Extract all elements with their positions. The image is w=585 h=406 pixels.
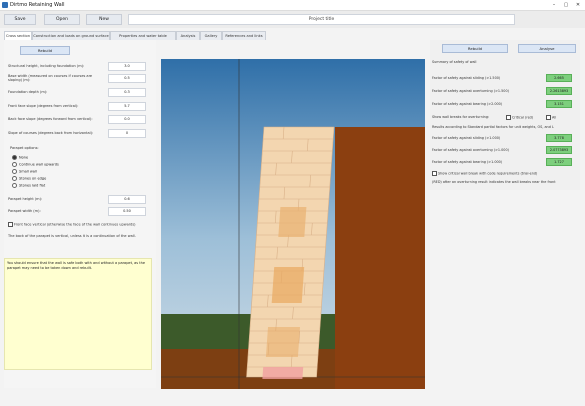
show-breaks-label: Show wall breaks for overturning: — [432, 115, 490, 119]
parapet-options-heading: Parapet options: — [10, 146, 39, 150]
radio-icon — [12, 169, 17, 174]
safety-summary-panel: Rebuild Analyse Summary of safety of wal… — [430, 40, 580, 190]
sliding-value: 2.665 — [546, 74, 572, 82]
checkbox-icon — [8, 222, 13, 227]
parapet-width-input[interactable]: 0.50 — [108, 207, 146, 216]
red-note: (RED) after an overturning result indica… — [432, 180, 556, 184]
app-logo-icon — [2, 2, 8, 8]
title-bar: Dirtmo Retaining Wall – ▢ ✕ — [0, 0, 585, 11]
parapet-option-small-wall[interactable]: Small wall — [12, 169, 37, 174]
tab-gallery[interactable]: Gallery — [200, 31, 222, 40]
retained-soil — [335, 127, 425, 389]
foundation-depth-input[interactable]: 0.3 — [108, 88, 146, 97]
radio-icon — [12, 162, 17, 167]
parapet-back-note: The back of the parapet is vertical, unl… — [8, 234, 136, 238]
base-width-label: Base width (measured on courses if cours… — [8, 74, 93, 82]
maximize-button[interactable]: ▢ — [560, 1, 572, 9]
checkbox-icon — [546, 115, 551, 120]
course-slope-input[interactable]: 0 — [108, 129, 146, 138]
bearing-partial-label: Factor of safety against bearing (>1.000… — [432, 160, 503, 164]
parapet-option-none[interactable]: None — [12, 155, 28, 160]
overturning-label: Factor of safety against overturning (>1… — [432, 89, 509, 93]
toolbar: Save Open New Project title — [0, 11, 585, 28]
rebuild-button[interactable]: Rebuild — [20, 46, 70, 55]
base-width-input[interactable]: 0.5 — [108, 74, 146, 83]
sliding-partial-value: 3.778 — [546, 134, 572, 142]
save-button[interactable]: Save — [4, 14, 36, 25]
tab-cross-section[interactable]: Cross section — [4, 31, 32, 40]
parapet-option-stones-flat[interactable]: Stones laid flat — [12, 183, 45, 188]
radio-icon — [12, 176, 17, 181]
close-button[interactable]: ✕ — [572, 1, 584, 9]
open-button[interactable]: Open — [44, 14, 80, 25]
bearing-partial-value: 1.727 — [546, 158, 572, 166]
tab-properties-water[interactable]: Properties and water table — [110, 31, 176, 40]
checkbox-icon — [506, 115, 511, 120]
sliding-label: Factor of safety against sliding (>1.500… — [432, 76, 501, 80]
sliding-partial-label: Factor of safety against sliding (>1.000… — [432, 136, 501, 140]
back-face-slope-input[interactable]: 0.0 — [108, 115, 146, 124]
tab-analysis[interactable]: Analysis — [176, 31, 200, 40]
back-face-slope-label: Back face slope (degrees forward from ve… — [8, 117, 93, 121]
parapet-width-label: Parapet width (m): — [8, 209, 41, 213]
parapet-height-input[interactable]: 0.6 — [108, 195, 146, 204]
show-critical-checkbox[interactable]: Show critical wall break with code requi… — [432, 171, 537, 176]
safety-note: You should ensure that the wall is safe … — [4, 258, 152, 370]
window-title: Dirtmo Retaining Wall — [10, 2, 65, 8]
parapet-height-label: Parapet height (m): — [8, 197, 43, 201]
parapet-option-stones-edge[interactable]: Stones on edge — [12, 176, 46, 181]
all-checkbox[interactable]: All — [546, 115, 556, 120]
overturning-partial-value: 2.0773893 — [546, 146, 572, 154]
summary-title: Summary of safety of wall — [432, 60, 477, 64]
tab-references[interactable]: References and links — [222, 31, 266, 40]
minimize-button[interactable]: – — [548, 1, 560, 9]
radio-selected-icon — [12, 155, 17, 160]
project-title-input[interactable]: Project title — [128, 14, 515, 25]
front-face-slope-label: Front face slope (degrees from vertical)… — [8, 104, 79, 108]
wall-cross-section-canvas — [161, 59, 425, 389]
bearing-label: Factor of safety against bearing (>2.000… — [432, 102, 503, 106]
bearing-value: 3.151 — [546, 100, 572, 108]
wall-drawing — [161, 59, 425, 389]
results-note: Results according to Standard partial fa… — [432, 125, 554, 129]
critical-checkbox[interactable]: Critical (red) — [506, 115, 533, 120]
structural-height-input[interactable]: 3.0 — [108, 62, 146, 71]
foundation-depth-label: Foundation depth (m): — [8, 90, 48, 94]
front-face-slope-input[interactable]: 5.7 — [108, 102, 146, 111]
course-slope-label: Slope of courses (degrees back from hori… — [8, 131, 94, 135]
new-button[interactable]: New — [86, 14, 122, 25]
parapet-option-continue[interactable]: Continue wall upwards — [12, 162, 59, 167]
analyse-button[interactable]: Analyse — [518, 44, 576, 53]
rebuild-right-button[interactable]: Rebuild — [442, 44, 508, 53]
radio-icon — [12, 183, 17, 188]
structural-height-label: Structural height, including foundation … — [8, 64, 85, 68]
overturning-value: 2.2613893 — [546, 87, 572, 95]
checkbox-icon — [432, 171, 437, 176]
overturning-partial-label: Factor of safety against overturning (>1… — [432, 148, 509, 152]
front-face-vertical-checkbox[interactable]: Front face vertical (otherwise the face … — [8, 222, 136, 227]
tab-construction-loads[interactable]: Construction and loads on ground surface — [32, 31, 110, 40]
